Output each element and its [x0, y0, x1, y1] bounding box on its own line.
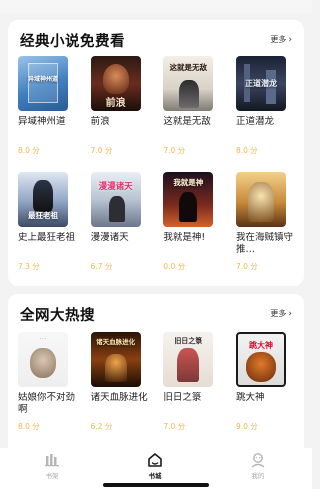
book-score: 7.0 分 — [163, 146, 186, 155]
book-score: 8.0 分 — [18, 422, 40, 431]
book-row: 最狂老祖 史上最狂老祖 7.3 分 漫漫诸天 漫漫诸天 6.7 分 我就是神 我… — [8, 172, 304, 272]
book-cover[interactable]: · · · — [18, 332, 68, 387]
book-cover[interactable] — [235, 172, 286, 227]
bookshelf-icon — [43, 452, 61, 468]
book-score: 7.0 分 — [90, 146, 113, 155]
book-title[interactable]: 跳大神 — [236, 392, 294, 416]
book-cover[interactable]: 漫漫诸天 — [90, 172, 141, 227]
book-score: 6.7 分 — [90, 262, 113, 271]
book-score: 6.2 分 — [90, 422, 113, 431]
more-link[interactable]: 更多 › — [270, 308, 292, 319]
book-row: 异域神州道 异域神州道 8.0 分 前浪 前浪 7.0 分 这就是无敌 这就是无… — [8, 56, 304, 156]
tab-profile[interactable]: 我的 — [228, 452, 288, 480]
book-cover[interactable]: 跳大神 — [235, 332, 286, 387]
more-label: 更多 — [270, 35, 287, 44]
book-cover[interactable]: 正道潜龙 — [235, 56, 286, 111]
bookstore-icon — [146, 452, 164, 468]
book-title[interactable]: 前浪 — [91, 116, 149, 140]
section-header: 经典小说免费看 更多 › — [8, 20, 304, 56]
book-title[interactable]: 这就是无敌 — [163, 116, 221, 140]
more-label: 更多 — [270, 309, 287, 318]
book-title[interactable]: 异域神州道 — [18, 116, 76, 140]
book-item[interactable]: 正道潜龙 正道潜龙 8.0 分 — [235, 56, 296, 156]
book-item[interactable]: · · · 姑娘你不对劲啊 8.0 分 — [18, 332, 78, 432]
tab-bookstore[interactable]: 书城 — [125, 452, 185, 480]
book-item[interactable]: 我就是神 我就是神! 0.0 分 — [163, 172, 223, 272]
status-bar — [0, 0, 312, 14]
book-item[interactable]: 这就是无敌 这就是无敌 7.0 分 — [163, 56, 223, 156]
book-score: 7.0 分 — [235, 262, 258, 271]
book-title[interactable]: 我在海贼镇守推… — [236, 232, 294, 256]
book-cover[interactable]: 诸天血脉进化 — [90, 332, 141, 387]
book-score: 9.0 分 — [235, 422, 258, 431]
section-classic-free: 经典小说免费看 更多 › 异域神州道 异域神州道 8.0 分 前浪 前浪 7.0… — [8, 20, 304, 286]
section-title: 经典小说免费看 — [20, 34, 125, 50]
book-cover[interactable]: 前浪 — [90, 56, 141, 111]
book-cover[interactable]: 旧日之箓 — [163, 332, 214, 387]
book-item[interactable]: 跳大神 跳大神 9.0 分 — [235, 332, 296, 432]
tab-bookshelf[interactable]: 书架 — [22, 452, 82, 480]
section-title: 全网大热搜 — [20, 308, 95, 324]
home-indicator[interactable] — [103, 483, 209, 487]
book-item[interactable]: 异域神州道 异域神州道 8.0 分 — [18, 56, 78, 156]
book-cover[interactable]: 异域神州道 — [18, 56, 68, 111]
book-score: 0.0 分 — [163, 262, 186, 271]
book-score: 7.3 分 — [18, 262, 40, 271]
book-title[interactable]: 史上最狂老祖 — [18, 232, 76, 256]
book-title[interactable]: 漫漫诸天 — [91, 232, 149, 256]
profile-icon — [249, 452, 267, 468]
book-row: · · · 姑娘你不对劲啊 8.0 分 诸天血脉进化 诸天血脉进化 6.2 分 … — [8, 332, 304, 432]
book-score: 7.0 分 — [163, 422, 186, 431]
book-title[interactable]: 旧日之箓 — [163, 392, 221, 416]
book-cover[interactable]: 我就是神 — [163, 172, 214, 227]
book-item[interactable]: 最狂老祖 史上最狂老祖 7.3 分 — [18, 172, 78, 272]
book-item[interactable]: 诸天血脉进化 诸天血脉进化 6.2 分 — [90, 332, 151, 432]
book-cover[interactable]: 这就是无敌 — [163, 56, 214, 111]
book-cover[interactable]: 最狂老祖 — [18, 172, 68, 227]
tab-label: 我的 — [251, 472, 265, 480]
book-score: 8.0 分 — [18, 146, 40, 155]
book-title[interactable]: 我就是神! — [163, 232, 221, 256]
tab-label: 书城 — [148, 472, 162, 480]
book-score: 8.0 分 — [235, 146, 258, 155]
book-title[interactable]: 诸天血脉进化 — [91, 392, 149, 416]
chevron-right-icon: › — [288, 308, 292, 319]
section-header: 全网大热搜 更多 › — [8, 294, 304, 330]
section-hot-search: 全网大热搜 更多 › · · · 姑娘你不对劲啊 8.0 分 诸天血脉进化 诸天… — [8, 294, 304, 469]
book-title[interactable]: 正道潜龙 — [236, 116, 294, 140]
book-title[interactable]: 姑娘你不对劲啊 — [18, 392, 76, 416]
book-item[interactable]: 漫漫诸天 漫漫诸天 6.7 分 — [90, 172, 151, 272]
book-item[interactable]: 我在海贼镇守推… 7.0 分 — [235, 172, 296, 272]
book-item[interactable]: 前浪 前浪 7.0 分 — [90, 56, 151, 156]
more-link[interactable]: 更多 › — [270, 34, 292, 45]
tab-label: 书架 — [45, 472, 59, 480]
chevron-right-icon: › — [288, 34, 292, 45]
book-item[interactable]: 旧日之箓 旧日之箓 7.0 分 — [163, 332, 223, 432]
